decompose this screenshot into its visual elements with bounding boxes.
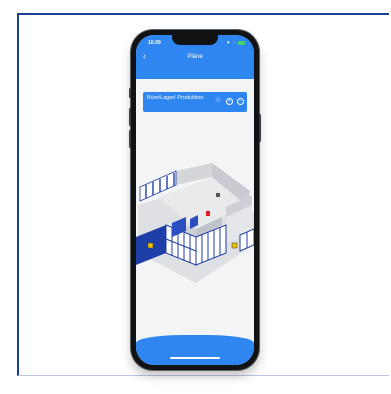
phone-volume-down <box>129 130 131 148</box>
home-indicator[interactable] <box>170 357 220 359</box>
status-icons: ▾ ◦ <box>227 40 245 46</box>
phone-mockup: 16:09 ▾ ◦ ‹ Pläne Büro/Lager/ Produktion… <box>129 30 261 370</box>
fire-extinguisher-marker[interactable] <box>206 211 210 216</box>
room-object <box>216 193 220 197</box>
plus-circle-icon[interactable]: + <box>226 98 233 105</box>
page-title: Pläne <box>187 54 203 60</box>
signal-wifi-icon: ▾ ◦ <box>226 40 236 46</box>
plan-card[interactable]: Büro/Lager/ Produktion ☆ + − <box>143 92 247 112</box>
floor-plan-3d-model[interactable] <box>136 125 254 295</box>
phone-mute-switch <box>129 88 131 98</box>
app-header: 16:09 ▾ ◦ ‹ Pläne <box>136 35 254 79</box>
plan-label: Büro/Lager/ Produktion <box>147 95 204 101</box>
marker-yellow-1[interactable] <box>147 242 154 249</box>
battery-icon <box>238 40 245 45</box>
phone-power-button <box>259 114 261 142</box>
minus-circle-icon[interactable]: − <box>237 98 244 105</box>
status-time: 16:09 <box>148 40 161 46</box>
phone-screen: 16:09 ▾ ◦ ‹ Pläne Büro/Lager/ Produktion… <box>136 35 254 365</box>
phone-notch <box>172 35 218 45</box>
marker-yellow-2[interactable] <box>231 242 238 249</box>
star-icon[interactable]: ☆ <box>215 97 221 104</box>
bottom-bar <box>136 335 254 365</box>
phone-volume-up <box>129 108 131 126</box>
